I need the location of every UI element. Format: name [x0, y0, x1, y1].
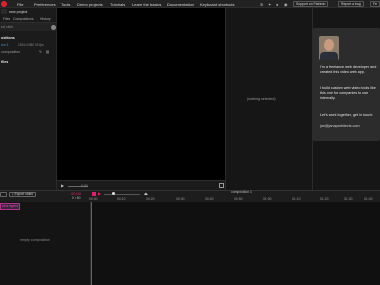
- tick-label: 00:20: [146, 197, 155, 201]
- composition-size: 1920×1080 30 fps: [18, 43, 44, 47]
- export-label: Export video: [14, 192, 34, 196]
- timeline-left-button[interactable]: [0, 192, 7, 197]
- menu-preferences[interactable]: Preferences: [34, 2, 56, 7]
- tab-history[interactable]: History: [40, 17, 51, 21]
- report-bug-button[interactable]: Report a bug: [338, 1, 364, 7]
- play-timeline-icon[interactable]: ▶: [98, 191, 101, 196]
- composition-row[interactable]: ion 1 1920×1080 30 fps: [0, 42, 57, 49]
- playhead[interactable]: [91, 202, 92, 285]
- menu-documentation[interactable]: Documentation: [167, 2, 194, 7]
- new-layers-tab[interactable]: new layers: [0, 203, 21, 210]
- composition-subtitle: composition: [1, 50, 21, 54]
- tick-label: 00:10: [117, 197, 126, 201]
- tab-compositions[interactable]: Compositions: [13, 17, 34, 21]
- feature-request-button[interactable]: Fe: [370, 1, 380, 7]
- video-canvas[interactable]: [57, 8, 225, 180]
- menu-tutorials[interactable]: Tutorials: [110, 2, 125, 7]
- support-patreon-button[interactable]: Support on Patreon: [293, 1, 329, 7]
- menu-file[interactable]: File: [17, 2, 23, 7]
- tick-label: 00:40: [205, 197, 214, 201]
- menu-demo-projects[interactable]: Demo projects: [77, 2, 103, 7]
- composition-name[interactable]: ion 1: [1, 43, 9, 47]
- promo-line-2: I build custom web video tools like this…: [320, 86, 376, 100]
- tick-label: 01:30: [344, 197, 353, 201]
- composition-title: composition 1: [231, 190, 252, 194]
- player-time: 0:00: [81, 184, 88, 188]
- camera-icon[interactable]: ⏏: [144, 191, 148, 196]
- player-bar: ▶ 0:00: [57, 180, 225, 190]
- timeline-track-area[interactable]: [91, 202, 380, 285]
- github-icon[interactable]: ●: [276, 2, 278, 7]
- close-project-icon[interactable]: [1, 9, 7, 14]
- menu-learn-basics[interactable]: Learn the basics: [132, 2, 161, 7]
- tick-label: 00:00: [89, 197, 98, 201]
- edit-icon[interactable]: ✎: [39, 50, 42, 54]
- promo-line-1: I'm a freelance web developer and create…: [320, 65, 377, 74]
- play-icon[interactable]: ▶: [61, 183, 64, 188]
- tick-label: 01:00: [263, 197, 272, 201]
- export-video-button[interactable]: ⤓ Export video: [9, 192, 37, 197]
- compositions-title: ositions: [1, 36, 15, 40]
- frame-display: 0 / 60: [72, 196, 81, 200]
- project-header: new project: [0, 9, 57, 15]
- promo-email[interactable]: jan@janaparbitects.com: [320, 124, 360, 129]
- author-avatar: [319, 36, 339, 60]
- avatar-face: [324, 39, 334, 51]
- left-panel: new project Files Compositions History e…: [0, 8, 57, 190]
- delete-icon[interactable]: ▥: [46, 50, 49, 54]
- tick-label: 00:50: [234, 197, 243, 201]
- fullscreen-icon[interactable]: [219, 182, 224, 188]
- toggle-icon[interactable]: [51, 24, 56, 30]
- promo-popup: I'm a freelance web developer and create…: [313, 28, 380, 141]
- tick-label: 00:30: [176, 197, 185, 201]
- layer-list: new layers empty composition: [0, 202, 91, 285]
- zoom-handle[interactable]: [112, 192, 115, 195]
- menu-tools[interactable]: Tools: [61, 2, 70, 7]
- tick-label: 01:10: [292, 197, 301, 201]
- tick-label: 01:20: [320, 197, 329, 201]
- files-title: files: [1, 60, 9, 64]
- search-hint: ed click: [1, 25, 13, 29]
- app-logo-icon[interactable]: [1, 1, 7, 7]
- twitter-icon[interactable]: ✦: [268, 2, 271, 7]
- avatar-shirt: [320, 52, 338, 60]
- discord-icon[interactable]: ◉: [284, 2, 288, 7]
- empty-composition-text: empty composition: [20, 238, 50, 242]
- promo-line-3: Let's work together, get in touch:: [320, 113, 373, 117]
- record-icon[interactable]: [92, 191, 96, 196]
- properties-panel: (nothing selected): [225, 8, 313, 190]
- butterfly-icon[interactable]: ✲: [260, 2, 263, 7]
- tick-label: 01:40: [364, 197, 373, 201]
- nothing-selected-text: (nothing selected): [247, 97, 276, 101]
- zoom-slider[interactable]: [104, 193, 140, 195]
- menu-bar: File Preferences Tools Demo projects Tut…: [0, 0, 380, 8]
- tab-files[interactable]: Files: [3, 17, 10, 21]
- menu-keyboard-shortcuts[interactable]: Keyboard shortcuts: [200, 2, 234, 7]
- search-row[interactable]: ed click: [0, 23, 57, 31]
- project-name[interactable]: new project: [9, 10, 27, 14]
